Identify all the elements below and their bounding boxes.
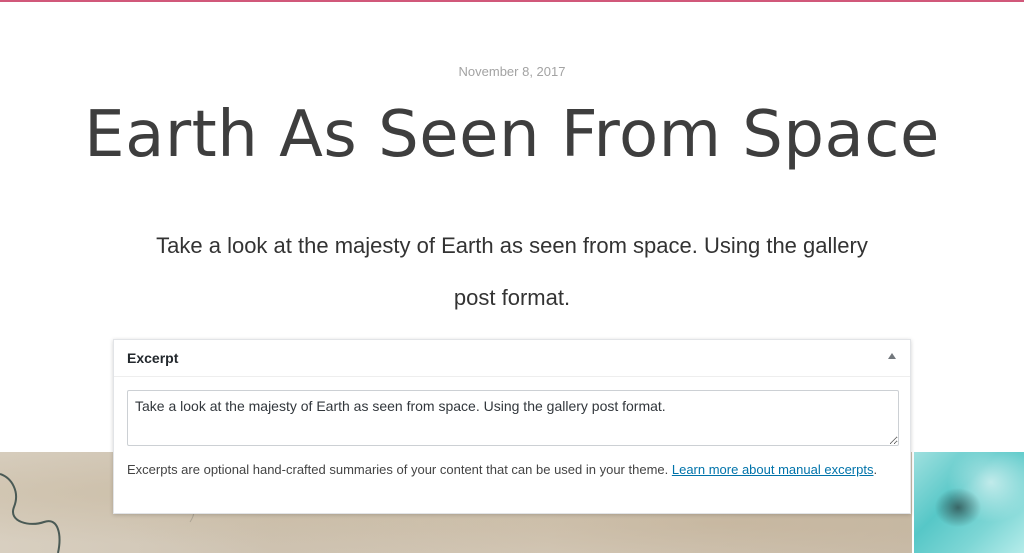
learn-more-link[interactable]: Learn more about manual excerpts	[672, 462, 874, 477]
post-date: November 8, 2017	[458, 64, 566, 79]
metabox-help-text: Excerpts are optional hand-crafted summa…	[127, 460, 902, 480]
metabox-title: Excerpt	[127, 350, 179, 366]
gallery-image-ocean[interactable]	[914, 452, 1024, 553]
post-title: Earth As Seen From Space	[84, 98, 940, 172]
help-text: Excerpts are optional hand-crafted summa…	[127, 462, 672, 477]
excerpt-metabox: Excerpt Take a look at the majesty of Ea…	[113, 339, 911, 514]
triangle-up-icon[interactable]	[888, 353, 896, 359]
metabox-header[interactable]: Excerpt	[114, 340, 910, 377]
help-suffix: .	[873, 462, 878, 477]
top-accent-bar	[0, 0, 1024, 2]
post-excerpt: Take a look at the majesty of Earth as s…	[156, 233, 868, 310]
excerpt-textarea[interactable]: Take a look at the majesty of Earth as s…	[127, 390, 899, 446]
